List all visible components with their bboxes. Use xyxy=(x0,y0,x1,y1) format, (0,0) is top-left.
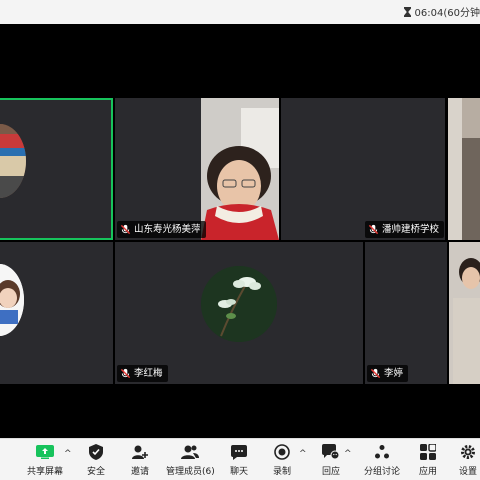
chat-button[interactable]: 聊天 xyxy=(229,443,249,477)
participant-name-tag: 李红梅 xyxy=(117,365,168,382)
participant-name: 李婷 xyxy=(384,368,404,379)
mic-muted-icon xyxy=(120,224,131,235)
video-tile-partial-bottom[interactable] xyxy=(449,242,480,384)
participant-name-tag: 山东寿光杨美萍 xyxy=(117,221,206,238)
shield-icon xyxy=(89,444,103,460)
invite-button[interactable]: 邀请 xyxy=(130,443,150,477)
participant-name: 山东寿光杨美萍 xyxy=(134,224,201,235)
breakout-rooms-button[interactable]: 分组讨论 xyxy=(364,443,400,477)
reactions-options-chevron-up-icon[interactable]: ^ xyxy=(344,449,352,459)
share-options-chevron-up-icon[interactable]: ^ xyxy=(64,449,72,459)
video-tile-2[interactable]: 山东寿光杨美萍 xyxy=(115,98,279,240)
avatar xyxy=(0,124,26,198)
meeting-timer: 06:04(60分钟 xyxy=(403,4,480,19)
video-tile-partial-top[interactable] xyxy=(448,98,480,240)
apps-icon xyxy=(420,444,436,460)
participant-name-tag: 李婷 xyxy=(367,365,409,382)
record-button[interactable]: 录制 xyxy=(272,443,292,477)
top-bar: 06:04(60分钟 xyxy=(0,0,480,24)
breakout-icon xyxy=(375,445,389,459)
security-button[interactable]: 安全 xyxy=(86,443,106,477)
avatar xyxy=(201,266,277,342)
record-icon xyxy=(274,444,290,460)
avatar xyxy=(0,264,24,336)
timer-text: 06:04(60分钟 xyxy=(414,8,480,19)
video-tile-6[interactable]: 李婷 xyxy=(365,242,447,384)
mic-muted-icon xyxy=(370,368,381,379)
add-person-icon xyxy=(132,445,148,459)
manage-members-button[interactable]: 管理成员(6) xyxy=(166,443,215,477)
video-tile-5[interactable]: 李红梅 xyxy=(115,242,363,384)
record-options-chevron-up-icon[interactable]: ^ xyxy=(299,449,307,459)
participant-video xyxy=(201,98,279,240)
video-tile-4[interactable] xyxy=(0,242,113,384)
mic-muted-icon xyxy=(120,368,131,379)
video-tile-3[interactable]: 潘帅建桥学校 xyxy=(281,98,445,240)
share-screen-button[interactable]: 共享屏幕 xyxy=(27,443,63,477)
share-screen-icon xyxy=(36,445,54,459)
meeting-toolbar: 共享屏幕 ^ 安全 邀请 管理成员(6) 聊天 录制 ^ 回应 ^ 分组讨论 应… xyxy=(0,438,480,480)
apps-button[interactable]: 应用 xyxy=(418,443,438,477)
reaction-icon xyxy=(322,444,340,460)
participant-name-tag: 潘帅建桥学校 xyxy=(365,221,445,238)
hourglass-icon xyxy=(403,6,411,17)
participant-name: 潘帅建桥学校 xyxy=(382,224,440,235)
members-icon xyxy=(181,445,200,459)
gear-icon xyxy=(461,445,475,459)
chat-icon xyxy=(231,444,247,460)
reactions-button[interactable]: 回应 xyxy=(321,443,341,477)
mic-muted-icon xyxy=(368,224,379,235)
video-gallery: 山东寿光杨美萍 潘帅建桥学校 李红梅 李婷 xyxy=(0,24,480,438)
participant-name: 李红梅 xyxy=(134,368,163,379)
video-tile-1[interactable] xyxy=(0,98,113,240)
settings-button[interactable]: 设置 xyxy=(458,443,478,477)
